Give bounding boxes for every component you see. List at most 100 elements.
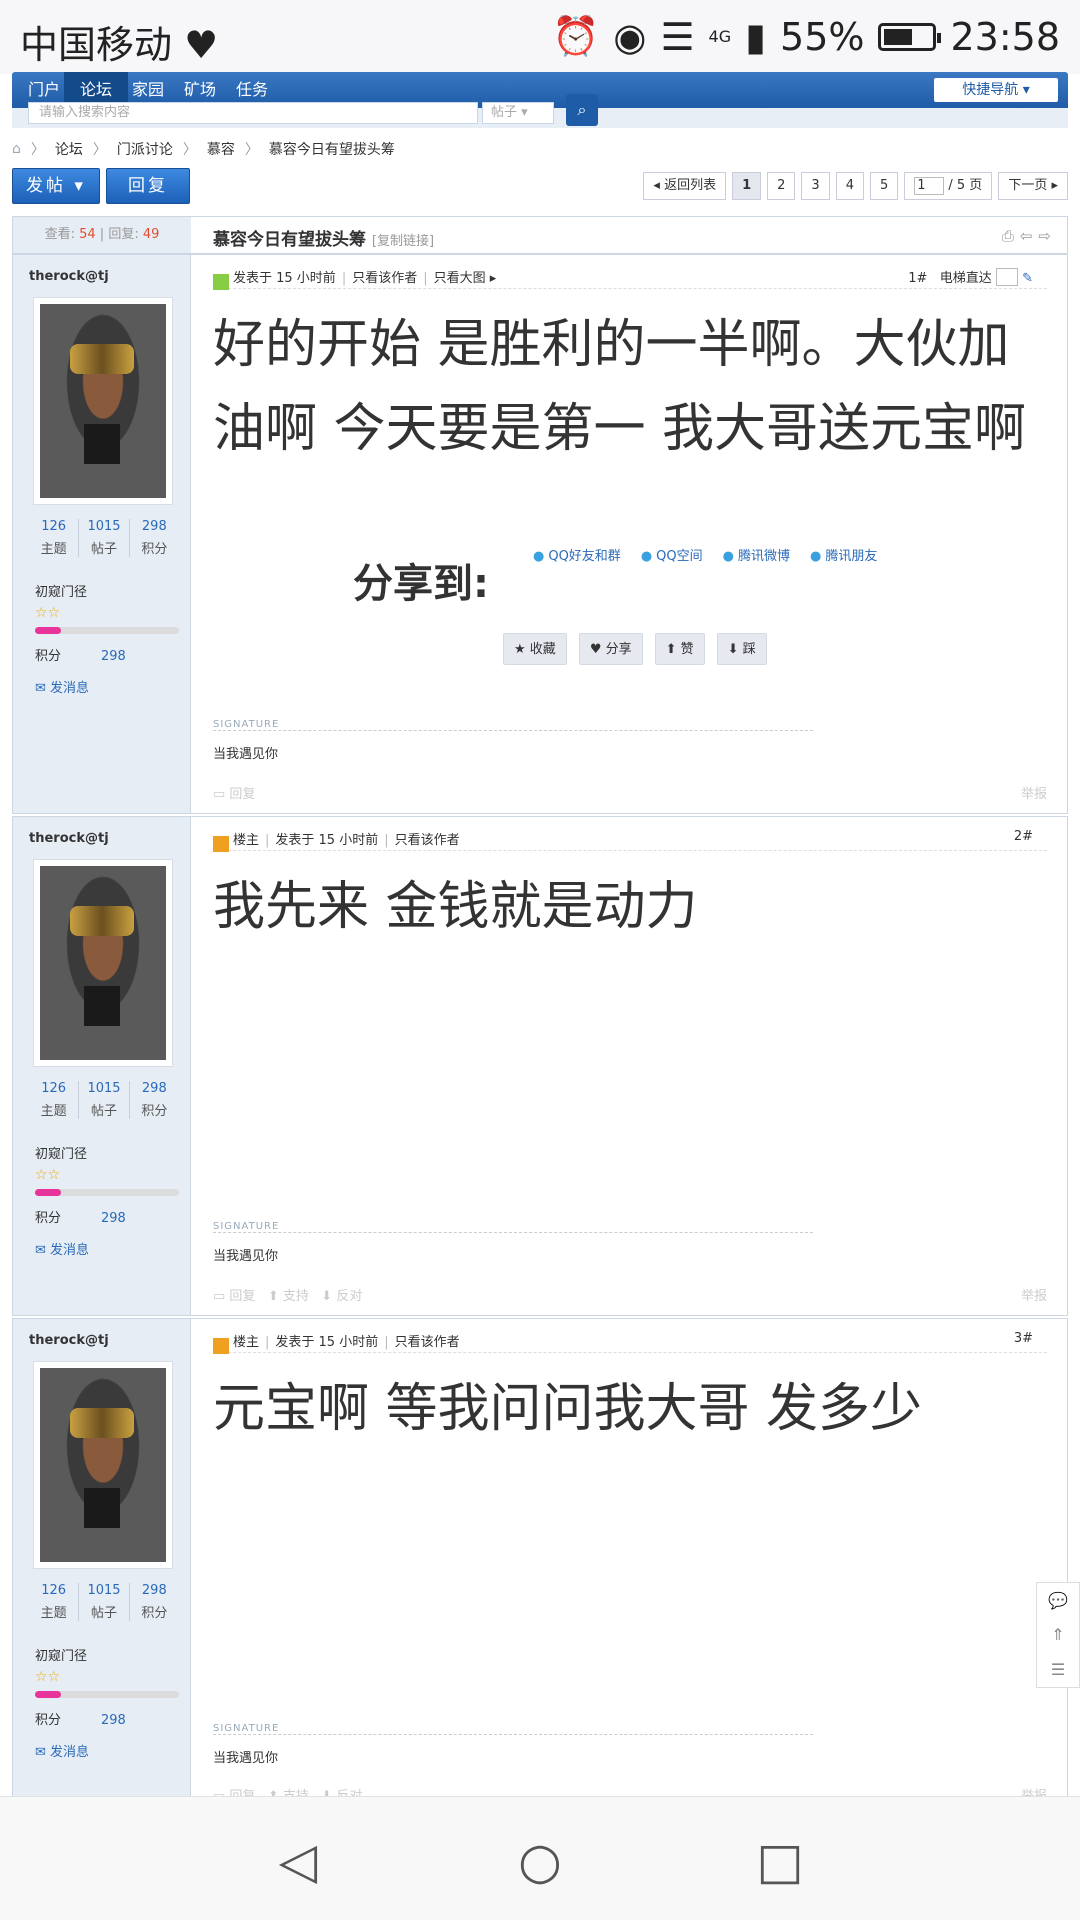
only-author-link[interactable]: 只看该作者 <box>352 271 417 286</box>
signature-text: 当我遇见你 <box>213 747 279 762</box>
reply-link[interactable]: ▭ 回复 <box>213 787 255 802</box>
author-rank: 初窥门径 <box>35 585 88 600</box>
owner-icon: ​ <box>213 1338 229 1354</box>
like-button[interactable]: ⬆ 赞 <box>654 633 705 665</box>
signature-divider: SIGNATURE <box>213 1723 813 1735</box>
search-bar: 请输入搜索内容 帖子 ▾ ⌕ <box>12 94 1068 128</box>
breadcrumb-thread[interactable]: 慕容今日有望拔头筹 <box>269 139 395 159</box>
page-2[interactable]: 2 <box>767 172 796 200</box>
post-1: therock@tj 126 主题 1015 帖子 298 积分 初窥门径 ☆☆ 积分… <box>12 254 1068 814</box>
author-panel: therock@tj 126 主题 1015 帖子 298 积分 初窥门径 ☆☆ 积分… <box>13 255 191 813</box>
only-author-link[interactable]: 只看该作者 <box>395 833 460 848</box>
send-message-link[interactable]: ✉ 发消息 <box>35 1239 89 1258</box>
reply-link[interactable]: ▭ 回复 <box>213 1289 255 1304</box>
floor-number: 1# 电梯直达 ✎ <box>908 267 1033 286</box>
breadcrumb: ⌂ 〉 论坛〉 门派讨论〉 慕容〉 慕容今日有望拔头筹 <box>12 139 395 159</box>
signature-divider: SIGNATURE <box>213 719 813 731</box>
home-icon[interactable]: ⌂ <box>12 141 21 157</box>
elevator-input[interactable] <box>995 268 1018 286</box>
share-label: 分享到: <box>353 561 489 607</box>
page-jump-input[interactable]: 1 <box>914 177 945 195</box>
only-author-link[interactable]: 只看该作者 <box>395 1335 460 1350</box>
author-panel: therock@tj 126 主题 1015 帖子 298 积分 初窥门径 ☆☆ 积分… <box>13 817 191 1315</box>
send-message-link[interactable]: ✉ 发消息 <box>35 677 89 696</box>
print-icon[interactable]: ⎙ <box>1002 227 1020 245</box>
share-tencent-friends[interactable]: 腾讯朋友 <box>810 545 877 564</box>
share-button[interactable]: ♥ 分享 <box>578 633 643 665</box>
share-qq-friends[interactable]: QQ好友和群 <box>533 545 620 564</box>
signature-text: 当我遇见你 <box>213 1751 279 1766</box>
author-stats: 126 主题 1015 帖子 298 积分 <box>29 519 179 557</box>
back-to-list-button[interactable]: ◂ 返回列表 <box>643 172 727 200</box>
share-qzone[interactable]: QQ空间 <box>641 545 702 564</box>
avatar[interactable] <box>33 859 173 1067</box>
quick-nav-button[interactable]: 快捷导航 ▾ <box>934 78 1058 102</box>
page-1[interactable]: 1 <box>732 172 762 200</box>
floor-number: 3# <box>1013 1331 1033 1346</box>
next-page-button[interactable]: 下一页 ▸ <box>998 172 1068 200</box>
oppose-link[interactable]: ⬇ 反对 <box>321 1289 362 1304</box>
avatar[interactable] <box>33 297 173 505</box>
breadcrumb-section[interactable]: 门派讨论 <box>117 139 173 159</box>
back-to-top-icon[interactable]: ⇑ <box>1051 1625 1064 1644</box>
share-tencent-weibo[interactable]: 腾讯微博 <box>723 545 790 564</box>
page-3[interactable]: 3 <box>801 172 830 200</box>
page-5[interactable]: 5 <box>869 172 899 200</box>
post-footer: ▭ 回复 ⬆ 支持 ⬇ 反对 举报 <box>213 1285 1047 1304</box>
author-stats: 126 主题 1015 帖子 298 积分 <box>29 1081 179 1119</box>
avatar[interactable] <box>33 1361 173 1569</box>
comment-icon[interactable]: 💬 <box>1048 1591 1068 1610</box>
post-2: therock@tj 126 主题 1015 帖子 298 积分 初窥门径 ☆☆ 积分… <box>12 816 1068 1316</box>
post-meta: ​楼主|发表于 15 小时前|只看该作者 3# <box>213 1331 1047 1354</box>
list-icon[interactable]: ☰ <box>1051 1660 1065 1679</box>
next-thread-icon[interactable]: ⇨ <box>1038 227 1057 245</box>
carrier-label: 中国移动 ♥ <box>20 23 219 67</box>
author-points: 积分 298 <box>35 1211 126 1226</box>
favorite-button[interactable]: ★ 收藏 <box>503 633 567 665</box>
new-post-button[interactable]: 发帖 ▾ <box>12 168 100 204</box>
wrench-icon[interactable]: ✎ <box>1022 271 1033 286</box>
search-icon[interactable]: ⌕ <box>566 94 598 126</box>
report-link[interactable]: 举报 <box>1021 783 1047 802</box>
copy-link[interactable]: [复制链接] <box>372 234 434 249</box>
recents-icon[interactable]: □ <box>752 1833 808 1889</box>
big-image-link[interactable]: 只看大图 <box>434 271 486 286</box>
send-message-link[interactable]: ✉ 发消息 <box>35 1741 89 1760</box>
page-4[interactable]: 4 <box>835 172 864 200</box>
signature-divider: SIGNATURE <box>213 1221 813 1233</box>
prev-thread-icon[interactable]: ⇦ <box>1020 227 1039 245</box>
author-name[interactable]: therock@tj <box>29 831 109 846</box>
breadcrumb-forum[interactable]: 论坛 <box>55 139 83 159</box>
pagination: ◂ 返回列表 1 2 3 4 5 1 / 5 页 下一页 ▸ <box>643 172 1068 200</box>
search-type-select[interactable]: 帖子 ▾ <box>482 102 554 124</box>
author-stats: 126 主题 1015 帖子 298 积分 <box>29 1583 179 1621</box>
page-jump[interactable]: 1 / 5 页 <box>904 172 993 200</box>
report-link[interactable]: 举报 <box>1021 1285 1047 1304</box>
support-link[interactable]: ⬆ 支持 <box>268 1289 309 1304</box>
home-circle-icon[interactable]: ○ <box>512 1833 568 1889</box>
floating-tools: 💬 ⇑ ☰ <box>1036 1582 1080 1688</box>
user-icon: ​ <box>213 274 229 290</box>
post-meta: ​发表于 15 小时前|只看该作者|只看大图 ▸ 1# 电梯直达 ✎ <box>213 267 1047 290</box>
owner-icon: ​ <box>213 836 229 852</box>
post-footer: ▭ 回复 举报 <box>213 783 1047 802</box>
elevator-label: 电梯直达 <box>939 271 992 286</box>
post-content: 我先来 金钱就是动力 <box>213 877 698 937</box>
author-name[interactable]: therock@tj <box>29 269 109 284</box>
battery-percent: 55% <box>780 14 865 59</box>
reply-button[interactable]: 回复 <box>106 168 190 204</box>
breadcrumb-board[interactable]: 慕容 <box>207 139 235 159</box>
signature-text: 当我遇见你 <box>213 1249 279 1264</box>
alarm-icon: ⏰ <box>551 14 600 58</box>
author-name[interactable]: therock@tj <box>29 1333 109 1348</box>
floor-number: 2# <box>1013 829 1033 844</box>
dislike-button[interactable]: ⬇ 踩 <box>716 633 767 665</box>
post-content: 元宝啊 等我问问我大哥 发多少 <box>213 1379 923 1439</box>
eye-icon: ◉ <box>613 14 647 59</box>
thread-stats: 查看: 54 | 回复: 49 <box>13 217 191 253</box>
rank-progress <box>35 1189 179 1196</box>
author-points: 积分 298 <box>35 649 126 664</box>
author-rank: 初窥门径 <box>35 1649 88 1664</box>
search-input[interactable]: 请输入搜索内容 <box>28 102 478 124</box>
back-icon[interactable]: ◁ <box>270 1833 326 1889</box>
